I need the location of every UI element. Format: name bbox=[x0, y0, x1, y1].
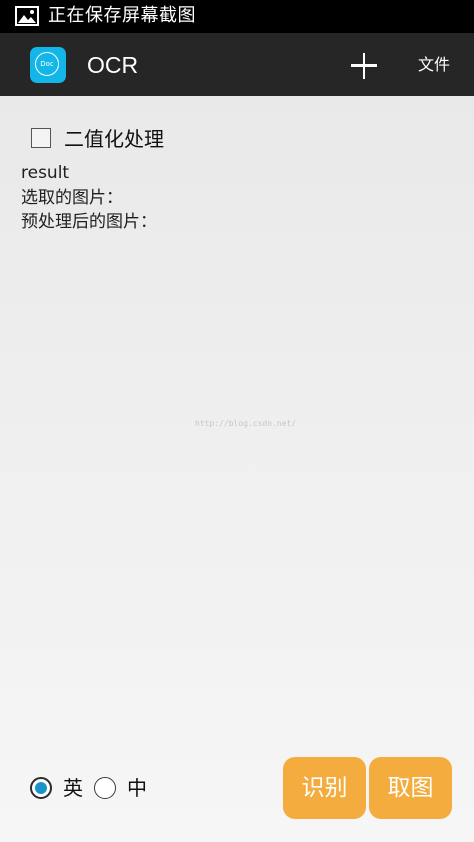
file-menu-item[interactable]: 文件 bbox=[418, 54, 450, 76]
plus-icon-vertical bbox=[362, 53, 365, 79]
status-notification-text: 正在保存屏幕截图 bbox=[48, 5, 196, 26]
app-logo-icon: Doc bbox=[30, 47, 66, 83]
watermark-text: http://blog.csdn.net/ bbox=[195, 419, 297, 428]
app-title: OCR bbox=[87, 52, 139, 78]
action-bar: Doc OCR 文件 bbox=[0, 33, 474, 96]
app-logo-text: Doc bbox=[40, 60, 54, 68]
status-bar: 正在保存屏幕截图 bbox=[0, 0, 474, 33]
selected-image-label: 选取的图片： bbox=[21, 188, 123, 208]
processed-image-label: 预处理后的图片： bbox=[21, 212, 157, 232]
chinese-radio[interactable] bbox=[94, 777, 116, 799]
add-button[interactable] bbox=[346, 48, 382, 84]
pick-image-button[interactable]: 取图 bbox=[369, 757, 452, 819]
binarize-checkbox[interactable] bbox=[31, 128, 51, 148]
result-text: result bbox=[21, 163, 70, 183]
recognize-button[interactable]: 识别 bbox=[283, 757, 366, 819]
radio-selected-dot bbox=[35, 782, 47, 794]
binarize-label: 二值化处理 bbox=[64, 127, 164, 151]
english-radio[interactable] bbox=[30, 777, 52, 799]
image-icon bbox=[15, 6, 39, 26]
chinese-radio-label[interactable]: 中 bbox=[127, 775, 147, 801]
english-radio-label[interactable]: 英 bbox=[63, 775, 83, 801]
